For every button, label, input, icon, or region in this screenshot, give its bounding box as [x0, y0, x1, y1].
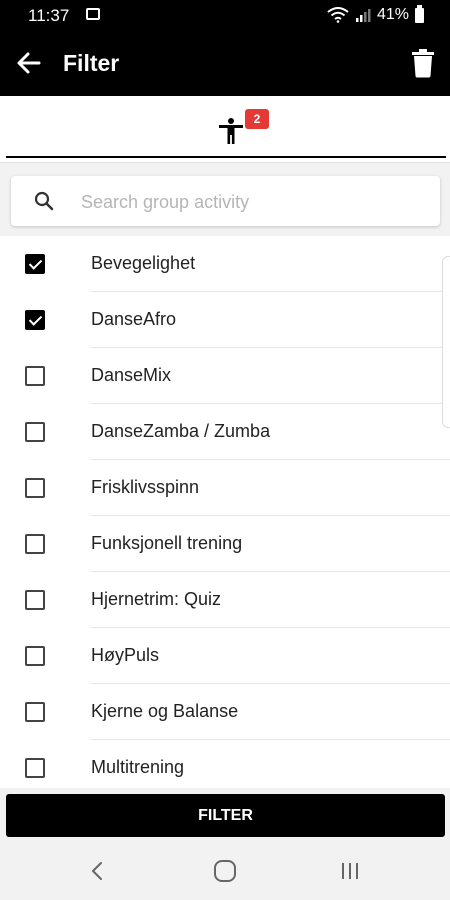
- activity-label: HøyPuls: [91, 645, 160, 665]
- activity-list: Bevegelighet DanseAfro DanseMix DanseZamba …: [0, 236, 450, 788]
- status-right: 41%: [327, 4, 424, 24]
- activity-label: Hjernetrim: Quiz: [91, 589, 222, 609]
- activity-checkbox[interactable]: [25, 366, 45, 386]
- nav-back-icon[interactable]: [85, 858, 111, 884]
- battery-icon: [415, 4, 424, 23]
- activity-checkbox[interactable]: [25, 254, 45, 274]
- activity-checkbox[interactable]: [25, 758, 45, 778]
- page-title: Filter: [63, 50, 120, 76]
- signal-icon: [355, 9, 371, 22]
- status-bar: 11:37 41%: [0, 0, 450, 32]
- activity-label: Funksjonell trening: [91, 533, 243, 553]
- status-time: 11:37: [28, 6, 70, 25]
- activity-checkbox[interactable]: [25, 422, 45, 442]
- list-item[interactable]: Funksjonell trening: [0, 516, 450, 572]
- list-item[interactable]: DanseMix: [0, 348, 450, 404]
- selection-count-badge: 2: [245, 109, 269, 129]
- system-nav-bar: [0, 842, 450, 900]
- activity-checkbox[interactable]: [25, 478, 45, 498]
- list-item[interactable]: Kjerne og Balanse: [0, 684, 450, 740]
- activity-label: DanseZamba / Zumba: [91, 421, 271, 441]
- activity-label: Bevegelighet: [91, 253, 196, 273]
- list-item[interactable]: Bevegelighet: [0, 236, 450, 292]
- nav-home-icon[interactable]: [212, 858, 238, 884]
- activity-label: DanseMix: [91, 365, 172, 385]
- activity-checkbox[interactable]: [25, 702, 45, 722]
- activity-label: DanseAfro: [91, 309, 177, 329]
- activity-checkbox[interactable]: [25, 646, 45, 666]
- tab-activity[interactable]: 2: [6, 96, 446, 158]
- wifi-icon: [327, 7, 349, 23]
- trash-icon[interactable]: [410, 48, 436, 78]
- activity-checkbox[interactable]: [25, 310, 45, 330]
- search-icon: [34, 191, 54, 211]
- back-arrow-icon[interactable]: [12, 46, 46, 80]
- list-item[interactable]: DanseAfro: [0, 292, 450, 348]
- activity-checkbox[interactable]: [25, 534, 45, 554]
- search-bar: [11, 176, 440, 226]
- activity-checkbox[interactable]: [25, 590, 45, 610]
- list-item[interactable]: Multitrening: [0, 740, 450, 788]
- list-item[interactable]: DanseZamba / Zumba: [0, 404, 450, 460]
- image-notification-icon: [86, 8, 100, 20]
- person-icon: [219, 118, 243, 144]
- activity-label: Multitrening: [91, 757, 185, 777]
- battery-percent: 41%: [376, 6, 409, 23]
- list-item[interactable]: Hjernetrim: Quiz: [0, 572, 450, 628]
- search-input[interactable]: [79, 186, 423, 218]
- list-item[interactable]: Frisklivsspinn: [0, 460, 450, 516]
- activity-label: Kjerne og Balanse: [91, 701, 239, 721]
- nav-recents-icon[interactable]: [337, 858, 363, 884]
- tab-section: 2: [0, 96, 450, 163]
- filter-button[interactable]: FILTER: [6, 794, 445, 837]
- activity-label: Frisklivsspinn: [91, 477, 200, 497]
- app-bar: Filter: [0, 32, 450, 96]
- list-item[interactable]: HøyPuls: [0, 628, 450, 684]
- scroll-handle[interactable]: [442, 256, 450, 428]
